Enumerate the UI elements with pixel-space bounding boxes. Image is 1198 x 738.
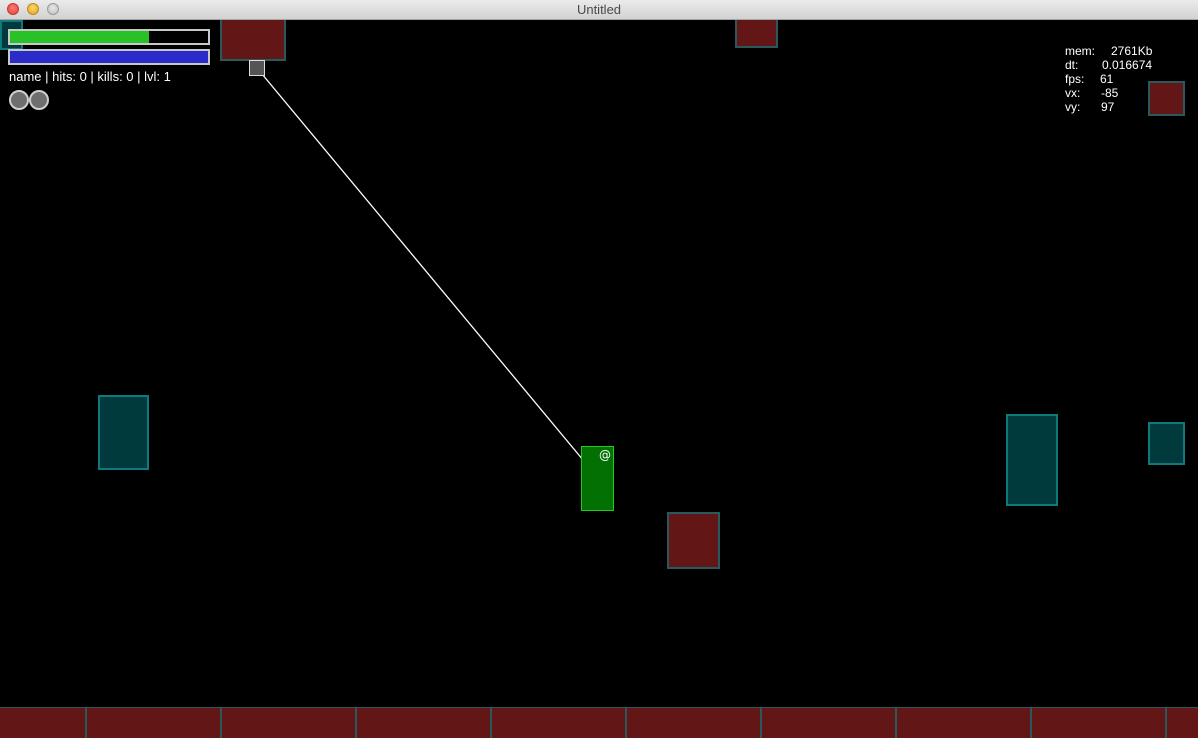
stat-fps-value: 61 [1100, 72, 1114, 86]
stat-vx-value: -85 [1101, 86, 1119, 100]
stat-dt-label: dt: [1065, 58, 1079, 72]
stat-vx: vx: -85 [1065, 86, 1175, 100]
window-title: Untitled [576, 2, 622, 17]
life-icon [29, 90, 49, 110]
stat-mem-label: mem: [1065, 44, 1095, 58]
energy-bar-fill [10, 51, 208, 63]
stat-vy-label: vy: [1065, 100, 1081, 114]
stat-dt: dt: 0.016674 [1065, 58, 1175, 72]
player-status-line: name | hits: 0 | kills: 0 | lvl: 1 [9, 69, 171, 84]
health-bar [8, 29, 210, 45]
energy-bar [8, 49, 210, 65]
stat-vy-value: 97 [1101, 100, 1115, 114]
player-character: @ [581, 446, 614, 511]
stat-fps-label: fps: [1065, 72, 1085, 86]
debug-stats: mem: 2761Kb dt: 0.016674 fps: 61 vx: -85… [1065, 44, 1175, 114]
grapple-anchor [249, 60, 265, 76]
stat-fps: fps: 61 [1065, 72, 1175, 86]
stat-dt-value: 0.016674 [1102, 58, 1153, 72]
game-window: Untitled @ name | hits: 0 | kills: 0 | l… [0, 0, 1198, 738]
health-bar-fill [10, 31, 149, 43]
stat-vx-label: vx: [1065, 86, 1081, 100]
stat-mem-value: 2761Kb [1111, 44, 1153, 58]
stat-vy: vy: 97 [1065, 100, 1175, 114]
stat-mem: mem: 2761Kb [1065, 44, 1175, 58]
title-bar: Untitled [0, 0, 1198, 20]
grapple-rope [256, 67, 599, 479]
life-icon [9, 90, 29, 110]
game-canvas[interactable]: @ name | hits: 0 | kills: 0 | lvl: 1 mem… [0, 20, 1198, 738]
player-glyph: @ [599, 448, 611, 462]
